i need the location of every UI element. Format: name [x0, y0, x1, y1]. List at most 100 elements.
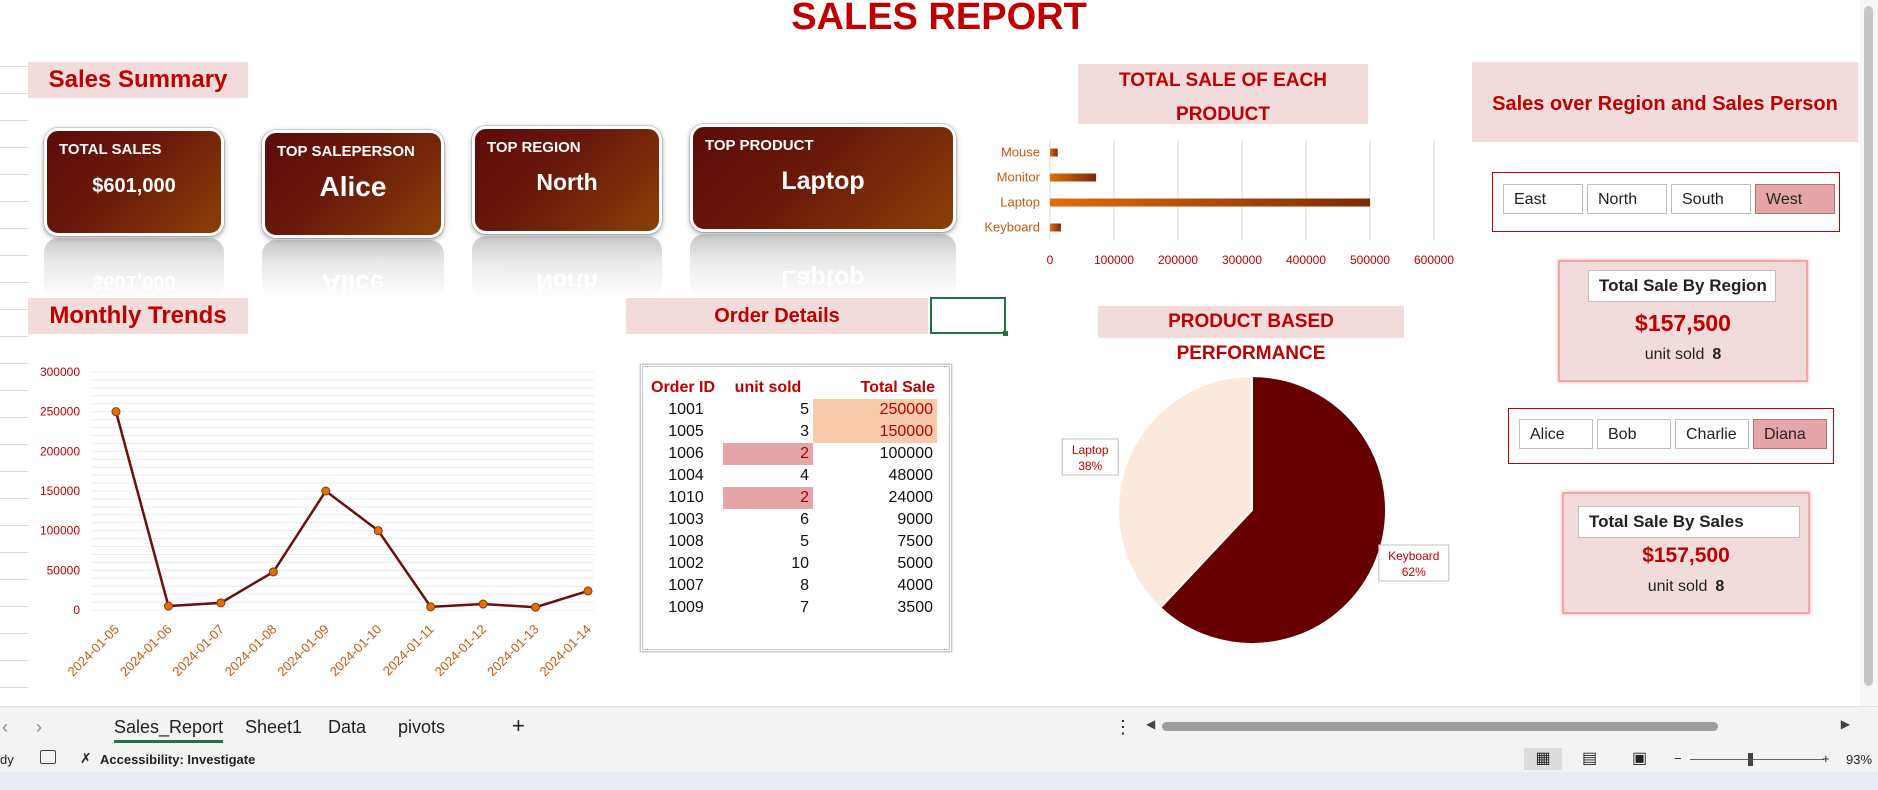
- order-id-cell[interactable]: 1003: [649, 509, 723, 531]
- units-value: 8: [1715, 578, 1725, 595]
- kpi-reflection: $601,000: [44, 238, 224, 298]
- tab-sheet1[interactable]: Sheet1: [245, 717, 302, 738]
- zoom-in-button[interactable]: +: [1822, 751, 1830, 766]
- unit-sold-cell[interactable]: 5: [723, 531, 813, 553]
- macro-icon[interactable]: [40, 750, 56, 764]
- vertical-scrollbar[interactable]: [1860, 0, 1878, 706]
- slicer-diana[interactable]: Diana: [1753, 419, 1827, 449]
- slicer-charlie[interactable]: Charlie: [1675, 419, 1749, 449]
- x-tick-label: 2024-01-09: [274, 622, 332, 680]
- total-sale-cell[interactable]: 150000: [813, 421, 937, 443]
- pie-percent: 38%: [1078, 459, 1102, 473]
- more-options-icon[interactable]: ⋮: [1114, 717, 1132, 738]
- y-tick-label: 300000: [40, 365, 80, 379]
- kpi-reflection-text: Alice: [321, 269, 385, 298]
- kpi-top-product: TOP PRODUCT Laptop: [690, 124, 956, 232]
- unit-sold-cell[interactable]: 6: [723, 509, 813, 531]
- horizontal-scrollbar[interactable]: ◀ ▶: [1142, 717, 1854, 735]
- order-id-cell[interactable]: 1004: [649, 465, 723, 487]
- x-tick-label: 100000: [1094, 253, 1134, 267]
- bar: [1050, 173, 1097, 182]
- y-tick-label: 50000: [47, 563, 81, 577]
- unit-sold-cell[interactable]: 2: [723, 443, 813, 465]
- selected-cell[interactable]: [930, 297, 1006, 334]
- x-tick-label: 2024-01-06: [117, 622, 175, 680]
- scrollbar-thumb[interactable]: [1162, 722, 1718, 731]
- zoom-slider-thumb[interactable]: [1748, 753, 1753, 766]
- data-point: [531, 602, 541, 612]
- page-break-icon[interactable]: ▣: [1632, 748, 1647, 770]
- scrollbar-thumb[interactable]: [1864, 6, 1873, 686]
- page-layout-icon[interactable]: ▤: [1582, 748, 1597, 770]
- unit-sold-cell[interactable]: 4: [723, 465, 813, 487]
- normal-view-icon[interactable]: ▦: [1524, 748, 1562, 770]
- unit-sold-cell[interactable]: 8: [723, 575, 813, 597]
- zoom-slider[interactable]: [1690, 753, 1824, 766]
- tab-data[interactable]: Data: [328, 717, 366, 738]
- unit-sold-cell[interactable]: 3: [723, 421, 813, 443]
- slicer-south[interactable]: South: [1671, 184, 1751, 214]
- order-id-cell[interactable]: 1002: [649, 553, 723, 575]
- order-id-cell[interactable]: 1007: [649, 575, 723, 597]
- order-id-cell[interactable]: 1005: [649, 421, 723, 443]
- slicer-north[interactable]: North: [1587, 184, 1667, 214]
- product-pie-chart: Keyboard 62% Laptop 38%: [1061, 374, 1450, 645]
- fill-handle[interactable]: [1003, 331, 1008, 336]
- order-id-cell[interactable]: 1009: [649, 597, 723, 619]
- accessibility-icon[interactable]: ✗: [80, 750, 92, 767]
- scroll-left-icon[interactable]: ◀: [1146, 717, 1155, 731]
- slicer-alice[interactable]: Alice: [1519, 419, 1593, 449]
- slicer-west[interactable]: West: [1755, 184, 1835, 214]
- slicer-east[interactable]: East: [1503, 184, 1583, 214]
- total-sale-cell[interactable]: 5000: [813, 553, 937, 575]
- total-sale-cell[interactable]: 3500: [813, 597, 937, 619]
- unit-sold-cell[interactable]: 10: [723, 553, 813, 575]
- unit-sold-cell[interactable]: 7: [723, 597, 813, 619]
- order-details-heading: Order Details: [626, 298, 928, 334]
- kpi-reflection-text: $601,000: [92, 271, 176, 293]
- table-row: 1007 8 4000: [649, 575, 937, 597]
- unit-sold-cell[interactable]: 2: [723, 487, 813, 509]
- total-sale-cell[interactable]: 4000: [813, 575, 937, 597]
- unit-sold-cell[interactable]: 5: [723, 399, 813, 421]
- add-sheet-button[interactable]: +: [512, 713, 525, 739]
- tab-pivots[interactable]: pivots: [398, 717, 445, 738]
- kpi-reflection: Laptop: [690, 234, 956, 298]
- x-tick-label: 300000: [1222, 253, 1262, 267]
- header-order-id: Order ID: [651, 379, 716, 396]
- total-sale-cell[interactable]: 48000: [813, 465, 937, 487]
- region-slicer: East North South West: [1492, 172, 1840, 232]
- total-sale-cell[interactable]: 9000: [813, 509, 937, 531]
- kpi-value: Laptop: [781, 167, 865, 195]
- order-id-cell[interactable]: 1006: [649, 443, 723, 465]
- card-units: unit sold 8: [1560, 346, 1806, 364]
- data-point: [373, 526, 383, 536]
- data-point: [426, 602, 436, 612]
- units-label: unit sold: [1644, 346, 1705, 363]
- y-tick-label: 100000: [40, 524, 80, 538]
- tab-scroll-right-icon[interactable]: ›: [36, 717, 42, 738]
- order-id-cell[interactable]: 1001: [649, 399, 723, 421]
- order-id-cell[interactable]: 1008: [649, 531, 723, 553]
- x-tick-label: 2024-01-14: [536, 622, 594, 680]
- slicer-bob[interactable]: Bob: [1597, 419, 1671, 449]
- total-sale-cell[interactable]: 100000: [813, 443, 937, 465]
- table-row: 1002 10 5000: [649, 553, 937, 575]
- total-sale-by-sales-card: Total Sale By Sales $157,500 unit sold 8: [1562, 492, 1810, 614]
- scroll-right-icon[interactable]: ▶: [1841, 717, 1850, 731]
- accessibility-status[interactable]: Accessibility: Investigate: [100, 752, 255, 767]
- y-tick-label: Mouse: [1001, 145, 1040, 160]
- zoom-level[interactable]: 93%: [1846, 752, 1872, 767]
- x-tick-label: 200000: [1158, 253, 1198, 267]
- tab-scroll-left-icon[interactable]: ‹: [2, 717, 8, 738]
- order-id-cell[interactable]: 1010: [649, 487, 723, 509]
- total-sale-cell[interactable]: 24000: [813, 487, 937, 509]
- total-sale-cell[interactable]: 250000: [813, 399, 937, 421]
- x-tick-label: 2024-01-05: [64, 622, 122, 680]
- units-label: unit sold: [1647, 578, 1708, 595]
- card-amount: $157,500: [1635, 310, 1731, 336]
- zoom-out-button[interactable]: −: [1674, 751, 1682, 766]
- kpi-top-region: TOP REGION North: [472, 126, 662, 234]
- tab-sales-report[interactable]: Sales_Report: [114, 717, 224, 743]
- total-sale-cell[interactable]: 7500: [813, 531, 937, 553]
